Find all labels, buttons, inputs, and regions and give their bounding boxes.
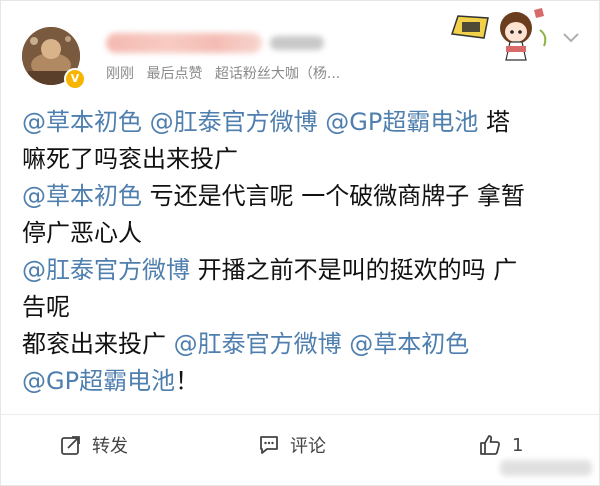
cartoon-sticker-image — [450, 8, 547, 61]
post-text: 塔 — [478, 108, 510, 136]
mention-link[interactable]: @草本初色 — [22, 108, 142, 136]
mention-link[interactable]: @肛泰官方微博 — [150, 108, 318, 136]
leaf-icon — [539, 29, 547, 47]
girl-icon — [500, 12, 532, 61]
post-text: 停广恶心人 — [22, 219, 142, 247]
footer-divider — [0, 414, 600, 415]
username-badges-blurred — [270, 36, 324, 50]
like-count: 1 — [512, 434, 524, 456]
post-text: 亏还是代言呢 一个破微商牌子 拿暂 — [142, 182, 525, 210]
post-line: 嘛死了吗衮出来投广 — [22, 141, 582, 178]
repost-button[interactable]: 转发 — [60, 428, 128, 462]
sign-icon — [450, 15, 489, 39]
repost-icon — [61, 436, 80, 455]
comment-button[interactable]: 评论 — [258, 428, 326, 462]
post-line: 告呢 — [22, 289, 582, 326]
decoration-icon — [534, 8, 544, 18]
comment-label: 评论 — [290, 436, 326, 457]
post-line: @肛泰官方微博 开播之前不是叫的挺欢的吗 广 — [22, 252, 582, 289]
mention-link[interactable]: @肛泰官方微博 — [22, 256, 190, 284]
watermark-blurred — [500, 460, 592, 476]
post-content: @草本初色 @肛泰官方微博 @GP超霸电池 塔 嘛死了吗衮出来投广 @草本初色 … — [22, 104, 582, 400]
repost-label: 转发 — [92, 436, 128, 457]
last-like-label: 最后点赞 — [146, 66, 203, 82]
post-line: @GP超霸电池！ — [22, 363, 582, 400]
post-text: 嘛死了吗衮出来投广 — [22, 145, 238, 173]
post-line: 停广恶心人 — [22, 215, 582, 252]
post-text: 开播之前不是叫的挺欢的吗 广 — [190, 256, 518, 284]
mention-link[interactable]: @草本初色 — [22, 182, 142, 210]
post-line: 都衮出来投广 @肛泰官方微博 @草本初色 — [22, 326, 582, 363]
post-line: @草本初色 @肛泰官方微博 @GP超霸电池 塔 — [22, 104, 582, 141]
mention-link[interactable]: @肛泰官方微博 — [174, 330, 342, 358]
mention-link[interactable]: @GP超霸电池 — [325, 108, 478, 136]
username-blurred[interactable] — [106, 33, 262, 53]
like-icon — [480, 435, 501, 455]
chevron-down-icon[interactable] — [562, 32, 580, 44]
mention-link[interactable]: @GP超霸电池 — [22, 367, 175, 395]
post-time: 刚刚 — [106, 66, 134, 82]
mention-link[interactable]: @草本初色 — [349, 330, 469, 358]
post-text: 都衮出来投广 — [22, 330, 174, 358]
comment-icon — [260, 436, 278, 454]
post-text — [142, 108, 150, 136]
post-text: 告呢 — [22, 293, 70, 321]
post-text: ！ — [175, 367, 200, 395]
post-meta: 刚刚 最后点赞 超话粉丝大咖（杨... — [106, 63, 348, 83]
fan-title[interactable]: 超话粉丝大咖（杨... — [215, 66, 340, 82]
like-button[interactable]: 1 — [478, 428, 523, 462]
vip-badge-icon: V — [64, 68, 86, 90]
post-line: @草本初色 亏还是代言呢 一个破微商牌子 拿暂 — [22, 178, 582, 215]
